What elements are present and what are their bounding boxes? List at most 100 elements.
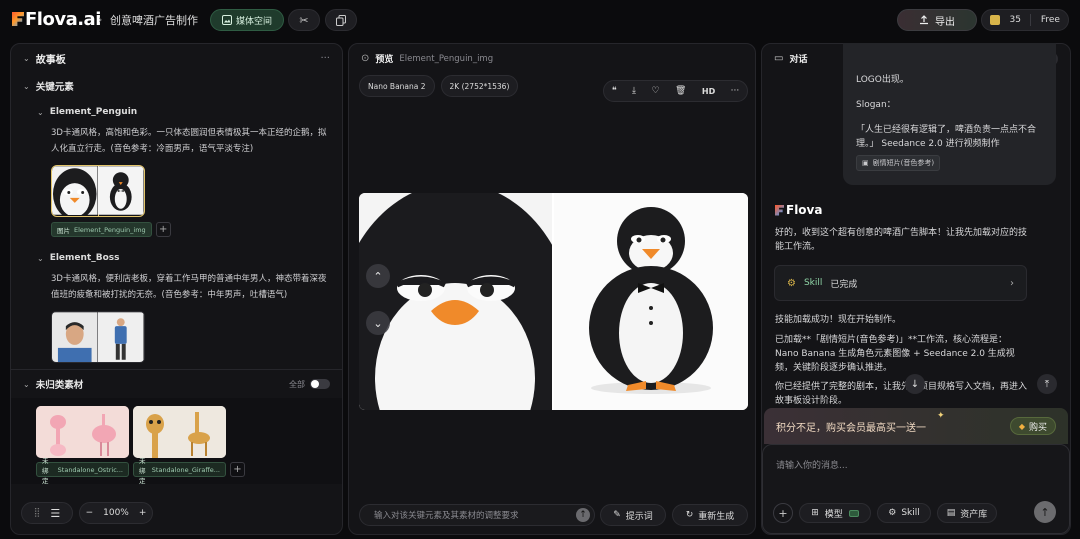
element-penguin-header[interactable]: ⌄ Element_Penguin	[11, 99, 342, 125]
download-icon[interactable]: ⤓	[632, 86, 636, 96]
adjust-input-placeholder: 输入对该关键元素及其素材的调整要求	[374, 511, 519, 521]
ostrich-tag[interactable]: 未绑定 Standalone_Ostric...	[36, 457, 129, 485]
skill-button[interactable]: ⚙ Skill	[877, 503, 931, 523]
more-options-icon[interactable]: ···	[320, 53, 330, 64]
scroll-top-button[interactable]: ⤒	[1037, 374, 1057, 394]
giraffe-thumbnail[interactable]	[133, 406, 226, 458]
buy-button[interactable]: ◆ 购买	[1009, 417, 1056, 435]
composer-toolbar: + ⊞ 模型 ⚙ Skill ▤ 资产库	[773, 503, 997, 523]
boss-face-image	[52, 312, 98, 362]
divider	[1030, 14, 1032, 26]
asset-library-button[interactable]: ▤ 资产库	[937, 503, 997, 523]
show-all-label: 全部	[289, 379, 305, 389]
plus-icon: +	[778, 506, 788, 520]
send-button[interactable]: ↑	[1034, 501, 1056, 523]
more-icon[interactable]: ···	[731, 86, 740, 96]
project-title[interactable]: 创意啤酒广告制作	[110, 12, 198, 28]
bot-reply: 你已经提供了完整的剧本，让我先把项目规格写入文档，再进入故事板设计阶段。	[775, 382, 1028, 406]
bot-reply: 技能加载成功！现在开始制作。	[775, 315, 902, 325]
heart-icon[interactable]: ♡	[651, 86, 659, 96]
storyboard-title: 故事板	[35, 55, 66, 66]
export-button[interactable]: 导出	[897, 9, 977, 31]
breadcrumb-separator: ›	[98, 13, 103, 26]
ostrich-image	[36, 406, 129, 458]
view-toggle[interactable]: ⣿ ☰	[21, 502, 73, 524]
model-chip[interactable]: Nano Banana 2	[359, 75, 435, 97]
unclassified-toggle[interactable]: ⌄ 未归类素材	[23, 377, 83, 392]
penguin-face-image	[52, 166, 98, 215]
chevron-up-icon: ⌃	[373, 269, 383, 283]
upload-icon	[920, 15, 928, 25]
element-boss-header[interactable]: ⌄ Element_Boss	[11, 245, 342, 271]
cut-tool-button[interactable]: ✂	[288, 9, 320, 31]
element-boss-description[interactable]: 3D卡通风格，便利店老板，穿着工作马甲的普通中年男人，神态带着深夜值班的疲惫和被…	[11, 271, 342, 305]
chevron-down-icon: ⌄	[37, 107, 44, 117]
bot-reply: 好的，收到这个超有创意的啤酒广告脚本！让我先加载对应的技能工作流。	[775, 228, 1028, 252]
boss-thumbnail[interactable]	[51, 311, 145, 363]
penguin-tuxedo-full-image	[554, 193, 748, 410]
copy-icon	[336, 14, 346, 26]
preview-element-name: Element_Penguin_img	[399, 53, 494, 64]
unclassified-grid: 未绑定 Standalone_Ostric... 未绑定 Standalone_Gi…	[11, 398, 342, 485]
giraffe-image	[133, 406, 226, 458]
chevron-down-icon[interactable]: ⌄	[23, 54, 30, 63]
plan-label: Free	[1040, 15, 1060, 25]
preview-panel: ⊙ 预览 Element_Penguin_img Nano Banana 2 2…	[348, 43, 756, 535]
preview-image[interactable]	[359, 193, 748, 410]
show-all-toggle[interactable]	[310, 379, 330, 389]
previous-button[interactable]: ⌃	[366, 264, 390, 288]
scissors-icon: ✂	[299, 13, 309, 27]
attach-button[interactable]: +	[773, 503, 793, 523]
trash-icon[interactable]: 🗑	[675, 86, 686, 96]
arrow-top-icon: ⤒	[1044, 378, 1050, 390]
preview-header: ⊙ 预览 Element_Penguin_img	[361, 53, 494, 65]
storyboard-footer: ⣿ ☰ − 100% +	[21, 502, 153, 524]
copy-tool-button[interactable]	[325, 9, 357, 31]
element-penguin-description[interactable]: 3D卡通风格，高饱和色彩。一只体态圆润但表情极其一本正经的企鹅，拟人化直立行走。…	[11, 125, 342, 159]
ostrich-thumbnail[interactable]	[36, 406, 129, 458]
boss-full-body-image	[98, 312, 144, 362]
send-icon[interactable]: ↑	[576, 508, 590, 522]
add-unclassified-button[interactable]: +	[230, 462, 245, 477]
grid-view-icon[interactable]: ⣿	[34, 508, 41, 518]
zoom-out-button[interactable]: −	[86, 508, 94, 518]
giraffe-tag[interactable]: 未绑定 Standalone_Giraffe...	[133, 457, 226, 485]
credits-badge[interactable]: 35 Free	[981, 9, 1069, 31]
penguin-tuxedo-image	[98, 166, 144, 215]
quote-icon[interactable]: ❝	[612, 86, 617, 96]
flova-logo-icon	[775, 204, 784, 216]
chevron-right-icon: ›	[1010, 277, 1014, 289]
workflow-tag[interactable]: ▣ 剧情短片(音色参考)	[856, 155, 941, 171]
user-message-bubble: LOGO出现。 Slogan： 「人生已经很有逻辑了，啤酒负责一点点不合理。」 …	[843, 43, 1056, 185]
regenerate-button[interactable]: ↻ 重新生成	[672, 504, 748, 526]
list-view-icon[interactable]: ☰	[50, 507, 60, 520]
model-indicator	[848, 509, 859, 517]
chevron-down-icon: ⌄	[23, 81, 30, 91]
media-space-button[interactable]: 媒体空间	[210, 9, 284, 31]
resolution-chip[interactable]: 2K (2752*1536)	[440, 75, 519, 97]
preview-actions: ❝ ⤓ ♡ 🗑 HD ···	[603, 80, 748, 102]
chat-input[interactable]: 请输入你的消息...	[776, 458, 848, 471]
next-button[interactable]: ⌄	[366, 311, 390, 335]
user-message-line: 「人生已经很有逻辑了，啤酒负责一点点不合理。」 Seedance 2.0 进行视…	[856, 125, 1037, 149]
scroll-down-button[interactable]: ↓	[905, 374, 925, 394]
grid-icon: ⊞	[811, 508, 819, 518]
refresh-icon: ↻	[685, 510, 694, 520]
sparkle-icon: ✦	[937, 411, 945, 421]
key-elements-header[interactable]: ⌄ 关键元素	[11, 73, 342, 99]
chat-composer: 请输入你的消息... + ⊞ 模型 ⚙ Skill ▤ 资产库 ↑	[762, 444, 1070, 534]
penguin-image-tag[interactable]: 图片 Element_Penguin_img	[51, 222, 152, 237]
storyboard-header: ⌄ 故事板 ···	[11, 44, 342, 73]
zoom-in-button[interactable]: +	[139, 508, 147, 518]
add-asset-button[interactable]: +	[155, 222, 171, 237]
user-message-line: Slogan：	[856, 100, 896, 110]
skill-icon: ⚙	[787, 277, 796, 289]
hd-button[interactable]: HD	[702, 87, 715, 96]
prompt-button[interactable]: ✎ 提示词	[600, 504, 666, 526]
adjust-input[interactable]: 输入对该关键元素及其素材的调整要求 ↑	[359, 504, 595, 526]
penguin-thumbnail[interactable]	[51, 165, 145, 217]
model-button[interactable]: ⊞ 模型	[799, 503, 871, 523]
edit-icon: ✎	[613, 510, 621, 520]
skill-status-card[interactable]: ⚙ Skill 已完成 ›	[774, 265, 1027, 301]
app-logo[interactable]: Flova.ai	[12, 9, 101, 30]
